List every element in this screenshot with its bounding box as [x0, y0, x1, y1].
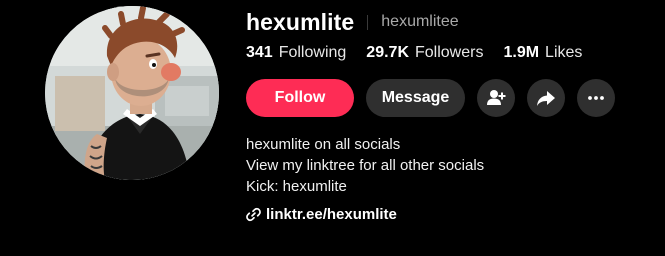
share-icon	[537, 91, 555, 106]
stats-row: 341 Following 29.7K Followers 1.9M Likes	[246, 42, 602, 64]
cartoon-avatar-icon	[45, 6, 219, 180]
more-icon	[588, 96, 604, 100]
add-friend-icon	[487, 90, 506, 105]
bio: hexumlite on all socials View my linktre…	[246, 134, 484, 197]
following-stat[interactable]: 341 Following	[246, 44, 346, 62]
username: hexumlitee	[381, 13, 459, 30]
likes-stat: 1.9M Likes	[503, 44, 582, 62]
avatar[interactable]	[45, 6, 219, 180]
name-row: hexumlite hexumlitee	[246, 6, 459, 38]
profile-link[interactable]: linktr.ee/hexumlite	[246, 204, 397, 224]
share-button[interactable]	[527, 79, 565, 117]
bio-line: hexumlite on all socials	[246, 136, 401, 153]
link-text[interactable]: linktr.ee/hexumlite	[266, 206, 397, 223]
profile-header: hexumlite hexumlitee 341 Following 29.7K…	[0, 0, 665, 256]
follow-button[interactable]: Follow	[246, 79, 354, 117]
add-friend-button[interactable]	[477, 79, 515, 117]
followers-count: 29.7K	[366, 44, 409, 61]
likes-count: 1.9M	[503, 44, 540, 61]
followers-label: Followers	[415, 44, 484, 61]
following-count: 341	[246, 44, 273, 61]
followers-stat[interactable]: 29.7K Followers	[366, 44, 483, 62]
message-button[interactable]: Message	[366, 79, 465, 117]
name-divider	[367, 14, 369, 30]
action-buttons: Follow Message	[246, 79, 615, 117]
likes-label: Likes	[545, 44, 583, 61]
more-button[interactable]	[577, 79, 615, 117]
bio-line: Kick: hexumlite	[246, 178, 347, 195]
following-label: Following	[278, 44, 347, 61]
bio-line: View my linktree for all other socials	[246, 157, 485, 174]
display-name: hexumlite	[246, 8, 355, 35]
link-icon	[246, 207, 261, 221]
